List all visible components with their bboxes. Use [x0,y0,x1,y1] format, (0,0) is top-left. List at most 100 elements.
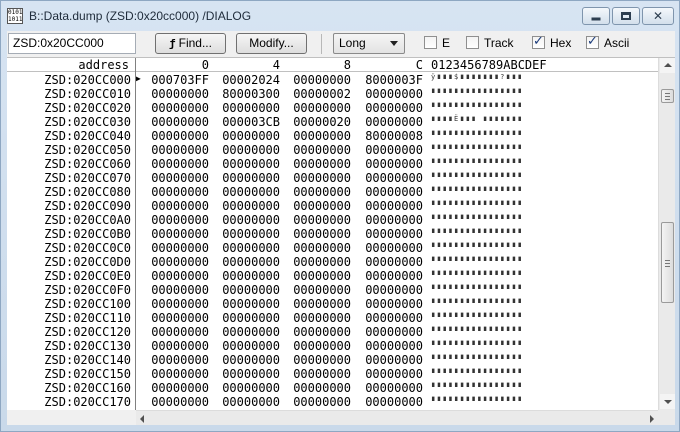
hex-word[interactable]: 00000000 [135,381,209,395]
ascii-cell[interactable]: ∎∎∎∎∎∎∎∎∎∎∎∎∎∎∎∎ [431,200,523,207]
hex-word[interactable]: 00000000 [277,171,351,185]
hex-word[interactable]: 00000000 [135,213,209,227]
ascii-cell[interactable]: ∎∎∎∎∎∎∎∎∎∎∎∎∎∎∎∎ [431,382,523,389]
hex-word[interactable]: 00000000 [277,73,351,87]
ascii-cell[interactable]: ∎∎∎∎∎∎∎∎∎∎∎∎∎∎∎∎ [431,242,523,249]
ascii-cell[interactable]: ∎∎∎∎∎∎∎∎∎∎∎∎∎∎∎∎ [431,158,523,165]
hex-word[interactable]: 00000000 [349,87,423,101]
hex-word[interactable]: 00000000 [349,311,423,325]
hex-word[interactable]: 00000000 [277,297,351,311]
hex-word[interactable]: 00000000 [206,143,280,157]
scroll-thumb-top[interactable] [661,89,674,103]
ascii-cell[interactable]: ∎∎∎∎∎∎∎∎∎∎∎∎∎∎∎∎ [431,228,523,235]
dump-row[interactable]: ZSD:020CC0F0 00000000 00000000 00000000 0000… [7,283,658,297]
hex-word[interactable]: 00000020 [277,115,351,129]
hex-word[interactable]: 00000000 [349,339,423,353]
hex-word[interactable]: 00000000 [349,269,423,283]
checkbox-e-box[interactable] [424,36,437,49]
hex-word[interactable]: 00000002 [277,87,351,101]
checkbox-hex-box[interactable]: ✓ [532,34,545,49]
dump-row[interactable]: ZSD:020CC0E0 00000000 00000000 00000000 0000… [7,269,658,283]
hex-word[interactable]: 00000000 [135,297,209,311]
scroll-down-button[interactable] [660,394,675,409]
dump-row[interactable]: ZSD:020CC0A0 00000000 00000000 00000000 0000… [7,213,658,227]
hex-word[interactable]: 00000000 [206,101,280,115]
hex-word[interactable]: 00000000 [349,171,423,185]
hex-word[interactable]: 00000000 [349,367,423,381]
hex-word[interactable]: 00000000 [135,143,209,157]
find-button[interactable]: ƒ Find... [155,33,226,54]
dump-row[interactable]: ZSD:020CC090 00000000 00000000 00000000 0000… [7,199,658,213]
ascii-cell[interactable]: ∎∎∎∎∎∎∎∎∎∎∎∎∎∎∎∎ [431,284,523,291]
hex-word[interactable]: 00000000 [135,185,209,199]
hex-word[interactable]: 00000000 [135,339,209,353]
dump-row[interactable]: ZSD:020CC130 00000000 00000000 00000000 0000… [7,339,658,353]
hex-word[interactable]: 00000000 [349,213,423,227]
ascii-cell[interactable]: ∎∎∎∎∎∎∎∎∎∎∎∎∎∎∎∎ [431,172,523,179]
dump-row[interactable]: ZSD:020CC020 00000000 00000000 00000000 0000… [7,101,658,115]
horizontal-scrollbar[interactable] [136,410,658,425]
hex-word[interactable]: 00000000 [135,255,209,269]
hex-word[interactable]: 80000008 [349,129,423,143]
ascii-cell[interactable]: ∎∎∎∎∎∎∎∎∎∎∎∎∎∎∎∎ [431,144,523,151]
hex-word[interactable]: 000703FF [135,73,209,87]
hex-word[interactable]: 8000003F [349,73,423,87]
ascii-cell[interactable]: ∎∎∎∎∎∎∎∎∎∎∎∎∎∎∎∎ [431,340,523,347]
vertical-scrollbar[interactable] [658,58,675,410]
hex-word[interactable]: 00000000 [206,171,280,185]
ascii-cell[interactable]: ∎∎∎∎∎∎∎∎∎∎∎∎∎∎∎∎ [431,396,523,403]
dump-row[interactable]: ZSD:020CC0D0 00000000 00000000 00000000 0000… [7,255,658,269]
dump-row[interactable]: ZSD:020CC040 00000000 00000000 00000000 8000… [7,129,658,143]
dump-row[interactable]: ZSD:020CC170 00000000 00000000 00000000 0000… [7,395,658,409]
hex-word[interactable]: 00000000 [277,101,351,115]
hex-word[interactable]: 00002024 [206,73,280,87]
hex-word[interactable]: 00000000 [277,255,351,269]
title-bar[interactable]: 0101 1011 B::Data.dump (ZSD:0x20cc000) /… [1,1,679,31]
hex-word[interactable]: 00000000 [135,353,209,367]
hex-word[interactable]: 00000000 [135,101,209,115]
modify-button[interactable]: Modify... [236,33,307,54]
hex-word[interactable]: 00000000 [349,283,423,297]
ascii-cell[interactable]: ∎∎∎∎∎∎∎∎∎∎∎∎∎∎∎∎ [431,298,523,305]
hex-word[interactable]: 00000000 [135,227,209,241]
ascii-cell[interactable]: ∎∎∎∎∎∎∎∎∎∎∎∎∎∎∎∎ [431,130,523,137]
hex-word[interactable]: 00000000 [206,129,280,143]
ascii-cell[interactable]: ÿ∎∎∎$∎∎∎∎∎∎∎?∎∎∎ [431,74,523,81]
ascii-cell[interactable]: ∎∎∎∎∎∎∎∎∎∎∎∎∎∎∎∎ [431,312,523,319]
hex-word[interactable]: 00000000 [135,241,209,255]
ascii-cell[interactable]: ∎∎∎∎Ë∎∎∎ ∎∎∎∎∎∎∎ [431,116,523,123]
hex-word[interactable]: 00000000 [206,241,280,255]
hex-word[interactable]: 00000000 [206,199,280,213]
hex-word[interactable]: 00000000 [135,129,209,143]
dump-row[interactable]: ZSD:020CC050 00000000 00000000 00000000 0000… [7,143,658,157]
hex-word[interactable]: 00000000 [277,241,351,255]
dump-row[interactable]: ZSD:020CC160 00000000 00000000 00000000 0000… [7,381,658,395]
hex-word[interactable]: 00000000 [277,185,351,199]
hex-word[interactable]: 00000000 [349,325,423,339]
hex-word[interactable]: 00000000 [277,381,351,395]
hex-word[interactable]: 00000000 [277,157,351,171]
hex-word[interactable]: 00000000 [135,325,209,339]
hex-word[interactable]: 00000000 [277,129,351,143]
hex-word[interactable]: 00000000 [349,143,423,157]
hex-word[interactable]: 00000000 [277,339,351,353]
hex-word[interactable]: 00000000 [135,157,209,171]
ascii-cell[interactable]: ∎∎∎∎∎∎∎∎∎∎∎∎∎∎∎∎ [431,326,523,333]
dump-row[interactable]: ZSD:020CC0C0 00000000 00000000 00000000 0000… [7,241,658,255]
hex-word[interactable]: 00000000 [349,199,423,213]
hex-word[interactable]: 00000000 [349,381,423,395]
hex-word[interactable]: 80000300 [206,87,280,101]
ascii-cell[interactable]: ∎∎∎∎∎∎∎∎∎∎∎∎∎∎∎∎ [431,88,523,95]
hex-word[interactable]: 00000000 [206,227,280,241]
ascii-cell[interactable]: ∎∎∎∎∎∎∎∎∎∎∎∎∎∎∎∎ [431,256,523,263]
hex-word[interactable]: 00000000 [206,353,280,367]
ascii-cell[interactable]: ∎∎∎∎∎∎∎∎∎∎∎∎∎∎∎∎ [431,354,523,361]
hex-word[interactable]: 00000000 [206,213,280,227]
hex-word[interactable]: 00000000 [349,227,423,241]
address-input[interactable]: ZSD:0x20CC000 [8,33,136,54]
hex-word[interactable]: 000003CB [206,115,280,129]
hex-word[interactable]: 00000000 [349,185,423,199]
hex-word[interactable]: 00000000 [277,353,351,367]
hex-word[interactable]: 00000000 [135,115,209,129]
hex-word[interactable]: 00000000 [349,297,423,311]
